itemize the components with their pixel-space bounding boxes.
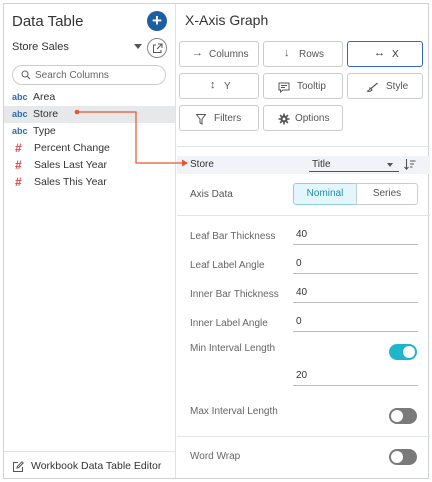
search-columns-input[interactable] <box>35 68 161 82</box>
external-link-icon <box>153 43 163 53</box>
leaf-bar-thickness-label: Leaf Bar Thickness <box>190 231 276 242</box>
style-button[interactable]: Style <box>347 73 423 99</box>
column-item-sales-this-year[interactable]: # Sales This Year <box>4 174 175 191</box>
y-axis-label: Y <box>224 81 231 92</box>
text-type-icon: abc <box>12 109 28 119</box>
tooltip-label: Tooltip <box>297 81 326 92</box>
inner-bar-thickness-label: Inner Bar Thickness <box>190 289 279 300</box>
word-wrap-toggle[interactable] <box>389 449 417 465</box>
data-source-select[interactable]: Store Sales <box>12 41 69 53</box>
column-label: Area <box>33 91 56 103</box>
tooltip-button[interactable]: Tooltip <box>263 73 343 99</box>
leaf-bar-thickness-input[interactable]: 40 <box>293 228 418 245</box>
inner-label-angle-label: Inner Label Angle <box>190 318 268 329</box>
word-wrap-label: Word Wrap <box>190 451 241 462</box>
toggle-knob <box>403 346 415 358</box>
search-columns-box[interactable] <box>12 65 166 85</box>
options-button[interactable]: Options <box>263 105 343 131</box>
open-external-button[interactable] <box>147 38 167 58</box>
x-axis-button[interactable]: ↔ X <box>347 41 423 67</box>
divider <box>177 215 430 216</box>
x-column-row[interactable]: Store Title <box>177 156 430 174</box>
text-type-icon: abc <box>12 126 28 136</box>
add-button[interactable]: + <box>147 11 167 31</box>
filters-label: Filters <box>214 113 242 124</box>
search-icon <box>21 70 31 80</box>
chevron-down-icon <box>387 163 393 167</box>
arrow-vertical-icon: ↕ <box>210 79 216 91</box>
graph-title: X-Axis Graph <box>185 12 269 28</box>
min-interval-length-toggle[interactable] <box>389 344 417 360</box>
x-column-label: Store <box>190 159 214 170</box>
brush-icon <box>366 82 378 92</box>
columns-label: Columns <box>209 49 249 60</box>
column-item-area[interactable]: abc Area <box>4 89 175 106</box>
axis-data-label: Axis Data <box>190 189 233 200</box>
series-option[interactable]: Series <box>356 183 418 205</box>
nominal-option[interactable]: Nominal <box>293 183 357 205</box>
min-interval-length-label: Min Interval Length <box>190 343 276 354</box>
y-axis-button[interactable]: ↕ Y <box>179 73 259 99</box>
workbook-editor-label: Workbook Data Table Editor <box>31 460 162 472</box>
tooltip-icon <box>278 82 290 93</box>
leaf-label-angle-label: Leaf Label Angle <box>190 260 265 271</box>
plus-icon: + <box>152 11 162 30</box>
text-type-icon: abc <box>12 92 28 102</box>
inner-label-angle-input[interactable]: 0 <box>293 315 418 332</box>
title-mode-select[interactable]: Title <box>309 158 399 172</box>
sort-icon[interactable] <box>404 158 416 171</box>
leaf-label-angle-input[interactable]: 0 <box>293 257 418 274</box>
divider <box>177 146 430 147</box>
chevron-down-icon[interactable] <box>134 44 142 49</box>
column-item-percent-change[interactable]: # Percent Change <box>4 140 175 157</box>
gear-icon <box>278 113 290 125</box>
column-label: Sales This Year <box>34 176 107 188</box>
toggle-knob <box>391 451 403 463</box>
style-label: Style <box>386 81 409 92</box>
arrow-right-icon: → <box>192 47 203 59</box>
data-table-title: Data Table <box>12 13 84 30</box>
divider <box>177 436 430 437</box>
numeric-type-icon: # <box>15 158 22 172</box>
numeric-type-icon: # <box>15 141 22 155</box>
toggle-knob <box>391 410 403 422</box>
column-label: Type <box>33 125 56 137</box>
filters-button[interactable]: Filters <box>179 105 259 131</box>
rows-label: Rows <box>299 49 325 60</box>
data-table-panel: Data Table + Store Sales abc Area abc St… <box>4 4 176 478</box>
column-item-sales-last-year[interactable]: # Sales Last Year <box>4 157 175 174</box>
inner-bar-thickness-input[interactable]: 40 <box>293 286 418 303</box>
column-label: Store <box>33 108 59 120</box>
columns-button[interactable]: → Columns <box>179 41 259 67</box>
workbook-editor-link[interactable]: Workbook Data Table Editor <box>4 451 175 478</box>
column-label: Sales Last Year <box>34 159 107 171</box>
max-interval-length-label: Max Interval Length <box>190 406 278 417</box>
x-axis-label: X <box>392 49 399 60</box>
column-item-store[interactable]: abc Store <box>4 106 175 123</box>
edit-icon <box>13 461 24 472</box>
numeric-type-icon: # <box>15 175 22 189</box>
options-label: Options <box>295 113 330 124</box>
rows-button[interactable]: ↓ Rows <box>263 41 343 67</box>
max-interval-length-toggle[interactable] <box>389 408 417 424</box>
app-frame: Data Table + Store Sales abc Area abc St… <box>3 3 430 479</box>
column-label: Percent Change <box>34 142 110 154</box>
min-interval-length-input[interactable]: 20 <box>293 369 418 386</box>
arrow-horizontal-icon: ↔ <box>374 47 385 59</box>
filter-icon <box>196 114 206 125</box>
arrow-down-icon: ↓ <box>284 47 290 59</box>
column-item-type[interactable]: abc Type <box>4 123 175 140</box>
title-mode-value: Title <box>312 159 331 170</box>
